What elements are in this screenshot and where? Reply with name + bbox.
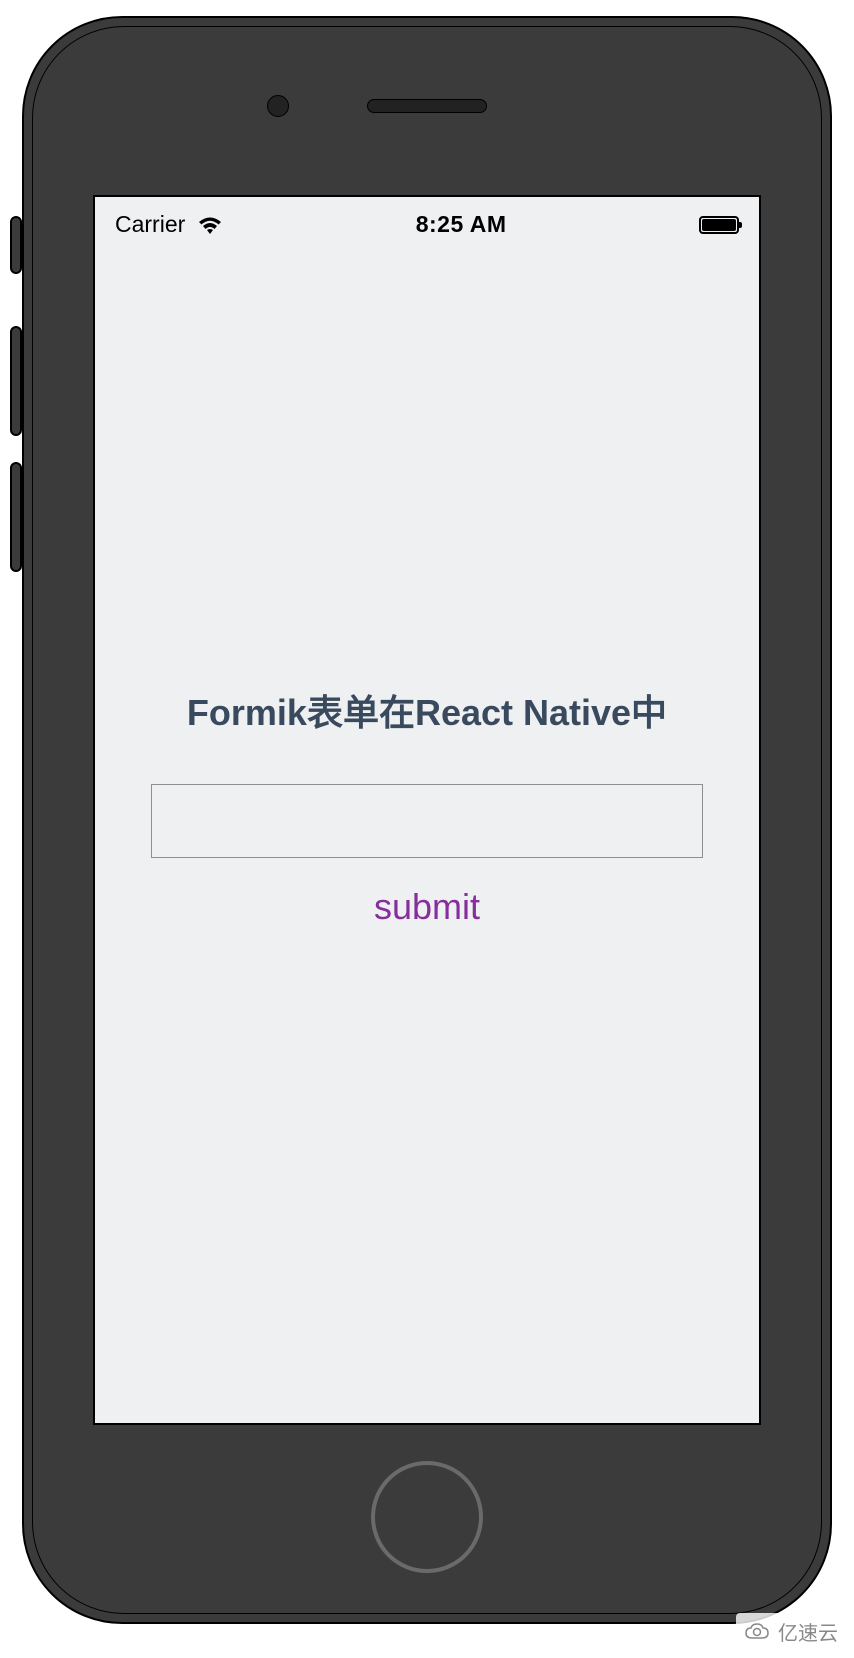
phone-frame-outer: Carrier 8:25 AM Formik表单在React Native中 (22, 16, 832, 1624)
volume-up-button (10, 326, 22, 436)
mute-switch (10, 216, 22, 274)
watermark-text: 亿速云 (778, 1617, 838, 1646)
phone-frame-inner: Carrier 8:25 AM Formik表单在React Native中 (32, 26, 822, 1614)
front-camera (267, 95, 289, 117)
home-button[interactable] (371, 1461, 483, 1573)
earpiece-speaker (367, 99, 487, 113)
form-title: Formik表单在React Native中 (187, 684, 667, 736)
volume-down-button (10, 462, 22, 572)
cloud-icon (744, 1622, 772, 1642)
content-area: Formik表单在React Native中 submit (95, 197, 759, 1423)
submit-button[interactable]: submit (354, 878, 500, 936)
form-text-input[interactable] (151, 784, 703, 858)
phone-screen: Carrier 8:25 AM Formik表单在React Native中 (93, 195, 761, 1425)
watermark: 亿速云 (736, 1613, 846, 1650)
